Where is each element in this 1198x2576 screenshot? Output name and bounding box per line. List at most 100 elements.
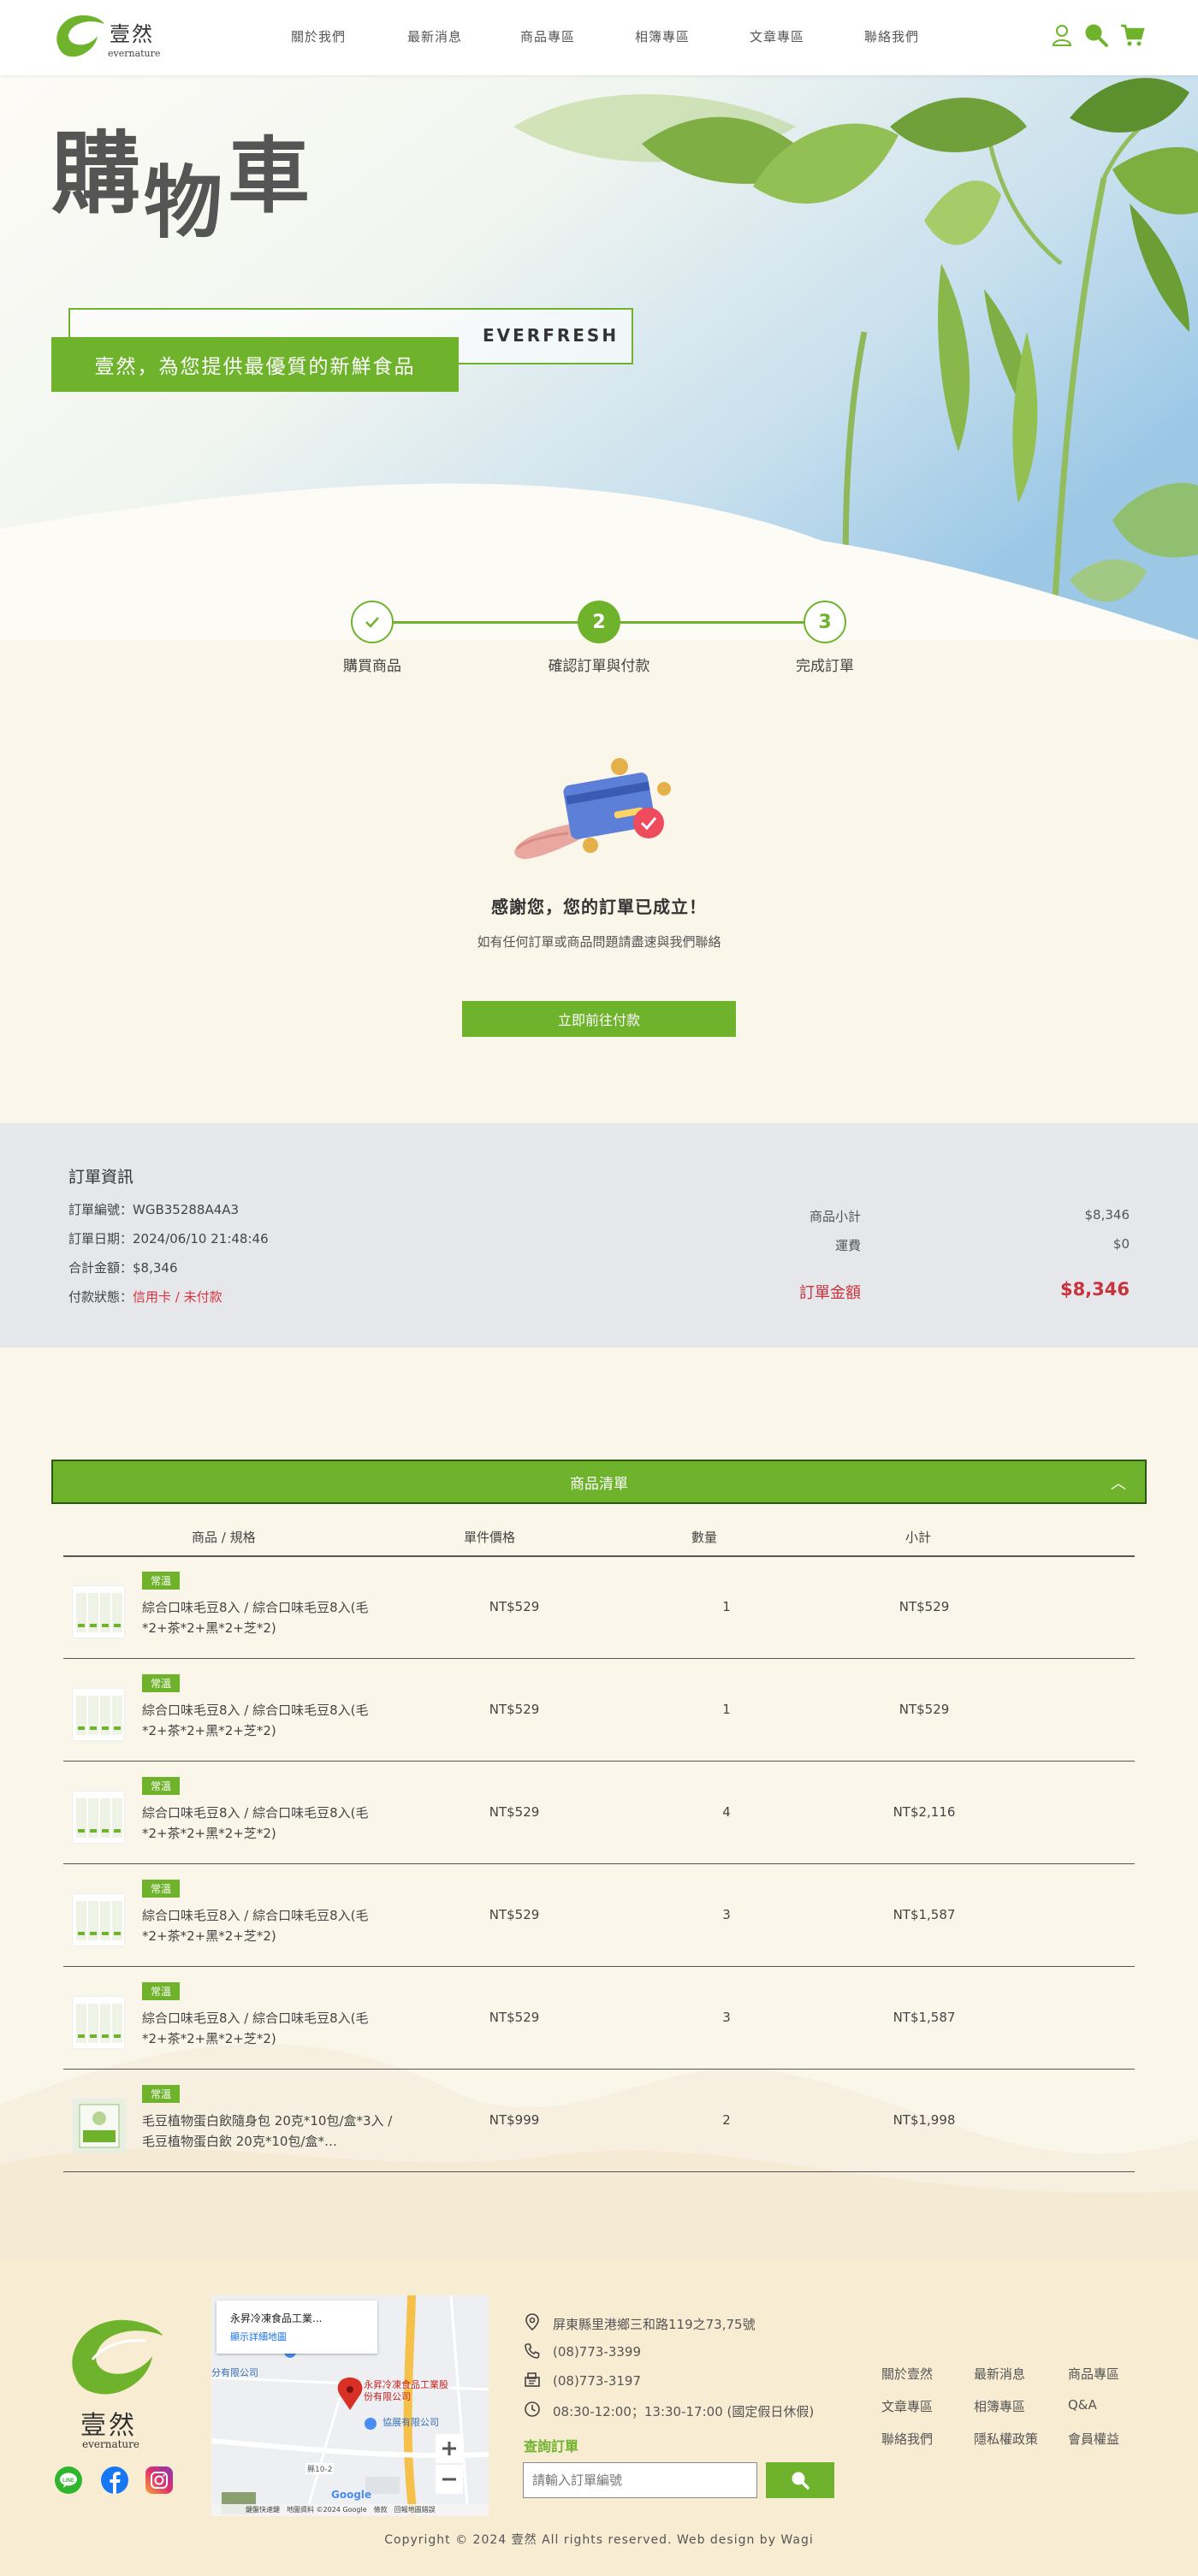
- facebook-icon[interactable]: [101, 2466, 128, 2494]
- thanks-subtitle: 如有任何訂單或商品問題請盡速與我們聯絡: [477, 934, 721, 950]
- thanks-title: 感謝您，您的訂單已成立！: [491, 897, 707, 917]
- order-query-title: 查詢訂單: [524, 2438, 579, 2455]
- step-2-circle: 2: [578, 601, 620, 643]
- footer-link-qa[interactable]: Q&A: [1068, 2397, 1097, 2413]
- product-thumbnail[interactable]: [72, 2099, 126, 2153]
- product-thumbnail[interactable]: [72, 1791, 125, 1844]
- col-header-qty: 數量: [691, 1530, 718, 1545]
- logo-leaf-icon: [56, 15, 104, 57]
- hero-slogan: 壹然，為您提供最優質的新鮮食品: [51, 337, 459, 392]
- footer-link-member[interactable]: 會員權益: [1068, 2430, 1119, 2448]
- product-list-toggle[interactable]: 商品清單 ︿: [51, 1460, 1147, 1504]
- table-row: 常溫 綜合口味毛豆8入 / 綜合口味毛豆8入(毛*2+茶*2+黑*2+芝*2) …: [63, 1659, 1135, 1762]
- footer-link-products[interactable]: 商品專區: [1068, 2365, 1119, 2383]
- footer-logo[interactable]: 壹然 evernature: [60, 2308, 171, 2454]
- nav-about[interactable]: 關於我們: [291, 27, 346, 45]
- table-row: 常溫 毛豆植物蛋白飲隨身包 20克*10包/盒*3入 / 毛豆植物蛋白飲 20克…: [63, 2070, 1135, 2172]
- map-detail-link[interactable]: 顯示詳細地圖: [230, 2330, 287, 2343]
- order-date-row: 訂單日期：2024/06/10 21:48:46: [68, 1229, 269, 1247]
- product-list-title: 商品清單: [570, 1475, 628, 1493]
- hero-everfresh-text: EVERFRESH: [483, 325, 620, 346]
- nav-articles[interactable]: 文章專區: [750, 27, 804, 45]
- product-name[interactable]: 綜合口味毛豆8入 / 綜合口味毛豆8入(毛*2+茶*2+黑*2+芝*2): [142, 2008, 399, 2049]
- shipping-value: $0: [1112, 1236, 1130, 1252]
- product-thumbnail[interactable]: [72, 1996, 125, 2049]
- pay-now-button[interactable]: 立即前往付款: [462, 1001, 736, 1037]
- order-date-value: 2024/06/10 21:48:46: [133, 1231, 269, 1247]
- product-name[interactable]: 綜合口味毛豆8入 / 綜合口味毛豆8入(毛*2+茶*2+黑*2+芝*2): [142, 1597, 399, 1638]
- unit-price: NT$999: [489, 2112, 540, 2128]
- product-name[interactable]: 綜合口味毛豆8入 / 綜合口味毛豆8入(毛*2+茶*2+黑*2+芝*2): [142, 1700, 399, 1741]
- storage-tag: 常溫: [142, 2085, 181, 2103]
- search-icon: [792, 2472, 810, 2490]
- footer-link-news[interactable]: 最新消息: [974, 2365, 1025, 2383]
- footer-logo-text-en: evernature: [82, 2438, 139, 2450]
- storage-tag: 常溫: [142, 1572, 181, 1590]
- table-row: 常溫 綜合口味毛豆8入 / 綜合口味毛豆8入(毛*2+茶*2+黑*2+芝*2) …: [63, 1556, 1135, 1659]
- map-place-name: 永昇冷凍食品工業...: [230, 2312, 323, 2324]
- step-3-label: 完成訂單: [796, 658, 854, 675]
- quantity: 1: [722, 1702, 731, 1717]
- nav-news[interactable]: 最新消息: [407, 27, 462, 45]
- subtotal-value: $8,346: [1084, 1207, 1130, 1223]
- instagram-icon[interactable]: [145, 2466, 173, 2494]
- order-query-button[interactable]: [766, 2462, 834, 2498]
- footer-link-contact[interactable]: 聯絡我們: [881, 2430, 933, 2448]
- footer-link-articles[interactable]: 文章專區: [881, 2397, 933, 2415]
- line-subtotal: NT$2,116: [893, 1804, 956, 1820]
- grand-total-value: $8,346: [1059, 1279, 1130, 1300]
- nav-contact[interactable]: 聯絡我們: [864, 27, 919, 45]
- step-1-label: 購買商品: [343, 658, 401, 675]
- location-pin-icon: [524, 2313, 541, 2331]
- line-subtotal: NT$529: [898, 1599, 950, 1614]
- user-icon[interactable]: [1049, 22, 1075, 48]
- step-3-circle: 3: [804, 601, 846, 643]
- site-logo[interactable]: 壹然 evernature: [51, 10, 171, 62]
- quantity: 4: [722, 1804, 731, 1820]
- line-subtotal: NT$529: [898, 1702, 950, 1717]
- cart-icon[interactable]: [1119, 22, 1145, 48]
- footer-link-album[interactable]: 相簿專區: [974, 2397, 1025, 2415]
- payment-status-row: 付款狀態：信用卡 / 未付款: [68, 1288, 222, 1306]
- phone-icon: [524, 2342, 541, 2360]
- order-number-input[interactable]: [523, 2462, 757, 2498]
- table-row: 常溫 綜合口味毛豆8入 / 綜合口味毛豆8入(毛*2+茶*2+黑*2+芝*2) …: [63, 1967, 1135, 2070]
- map-pin-label: 永昇冷凍食品工業股份有限公司: [364, 2379, 448, 2402]
- unit-price: NT$529: [489, 1804, 540, 1820]
- map-road-label: 縣10-2: [305, 2463, 335, 2474]
- logo-text-cn: 壹然: [110, 22, 154, 46]
- copyright-text: Copyright © 2024 壹然 All rights reserved.…: [384, 2533, 814, 2547]
- svg-text:LINE: LINE: [62, 2478, 74, 2484]
- footer-link-about[interactable]: 關於壹然: [881, 2365, 933, 2383]
- line-subtotal: NT$1,998: [893, 2112, 956, 2128]
- product-name[interactable]: 綜合口味毛豆8入 / 綜合口味毛豆8入(毛*2+茶*2+黑*2+芝*2): [142, 1803, 399, 1844]
- line-icon[interactable]: LINE: [55, 2466, 82, 2494]
- unit-price: NT$529: [489, 1702, 540, 1717]
- search-icon[interactable]: [1083, 22, 1109, 48]
- quantity: 3: [722, 1907, 731, 1922]
- order-info-title: 訂單資訊: [68, 1168, 134, 1187]
- order-total-value: $8,346: [133, 1260, 178, 1276]
- product-name[interactable]: 毛豆植物蛋白飲隨身包 20克*10包/盒*3入 / 毛豆植物蛋白飲 20克*10…: [142, 2111, 399, 2152]
- payment-status-label: 付款狀態：: [68, 1289, 133, 1305]
- footer-link-privacy[interactable]: 隱私權政策: [974, 2430, 1038, 2448]
- product-name[interactable]: 綜合口味毛豆8入 / 綜合口味毛豆8入(毛*2+茶*2+黑*2+芝*2): [142, 1905, 399, 1946]
- map-label-left: 分有限公司: [211, 2367, 258, 2378]
- page-title-char-1: 購: [51, 121, 141, 226]
- page-title-char-2: 物: [144, 157, 223, 249]
- footer-logo-leaf-icon: [72, 2319, 163, 2395]
- order-info-panel: 訂單資訊 訂單編號：WGB35288A4A3 訂單日期：2024/06/10 2…: [0, 1123, 1198, 1347]
- page-title: 購物車: [51, 101, 310, 249]
- product-thumbnail[interactable]: [72, 1585, 125, 1638]
- nav-album[interactable]: 相簿專區: [635, 27, 690, 45]
- unit-price: NT$529: [489, 1599, 540, 1614]
- nav-products[interactable]: 商品專區: [520, 27, 575, 45]
- unit-price: NT$529: [489, 2010, 540, 2025]
- map-google-logo: Google: [331, 2489, 372, 2501]
- location-map[interactable]: 永昇冷凍食品工業... 顯示詳細地圖 分有限公司 永昇冷凍食品工業股份有限公司 …: [211, 2295, 489, 2516]
- order-total-row: 合計金額：$8,346: [68, 1258, 178, 1276]
- footer-phone[interactable]: (08)773-3399: [553, 2344, 641, 2360]
- quantity: 3: [722, 2010, 731, 2025]
- product-thumbnail[interactable]: [72, 1893, 125, 1946]
- product-thumbnail[interactable]: [72, 1688, 125, 1741]
